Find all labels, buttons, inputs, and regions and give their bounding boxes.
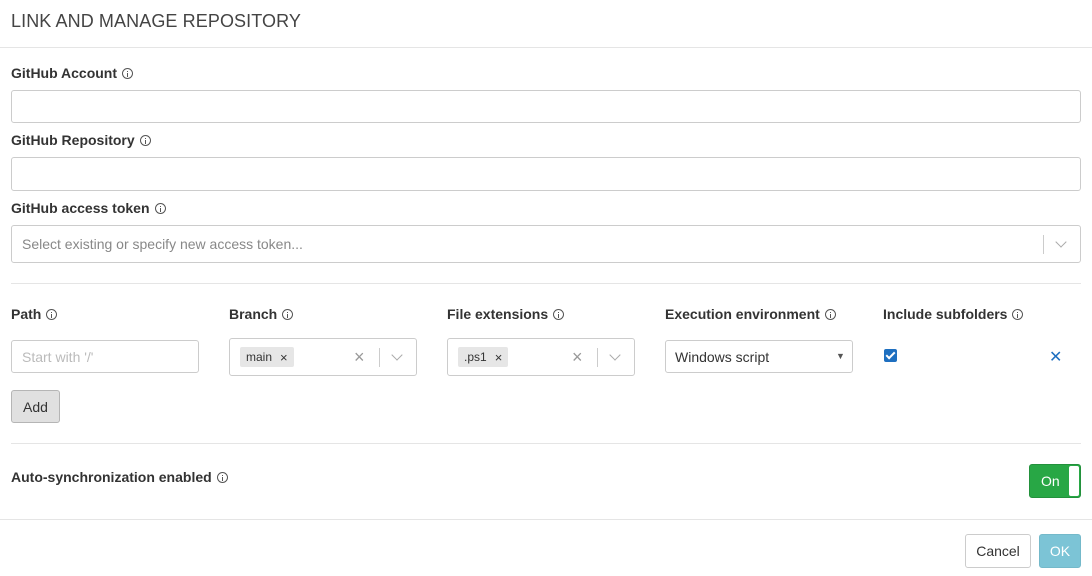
clear-icon[interactable]: × xyxy=(354,348,365,366)
toggle-handle[interactable] xyxy=(1069,466,1079,496)
path-placeholder: Start with '/' xyxy=(22,349,94,365)
select-separator xyxy=(597,348,598,367)
file-extensions-column-label: File extensions xyxy=(447,306,565,322)
caret-down-icon[interactable]: ▼ xyxy=(836,351,845,361)
github-account-label: GitHub Account xyxy=(11,65,134,81)
info-icon[interactable] xyxy=(216,471,228,483)
info-icon[interactable] xyxy=(824,308,836,320)
remove-row-icon[interactable]: ✕ xyxy=(1049,347,1062,367)
select-separator xyxy=(379,348,380,367)
github-account-input[interactable] xyxy=(11,90,1081,123)
dialog-header: LINK AND MANAGE REPOSITORY xyxy=(0,0,1092,48)
github-access-token-label: GitHub access token xyxy=(11,200,166,216)
execution-environment-value: Windows script xyxy=(675,349,770,365)
include-subfolders-checkbox[interactable] xyxy=(884,349,897,362)
info-icon[interactable] xyxy=(139,134,151,146)
chevron-down-icon[interactable] xyxy=(609,349,621,361)
cancel-button[interactable]: Cancel xyxy=(965,534,1031,568)
file-extensions-select[interactable]: .ps1 × × xyxy=(447,338,635,376)
access-token-placeholder: Select existing or specify new access to… xyxy=(22,236,303,252)
info-icon[interactable] xyxy=(553,308,565,320)
info-icon[interactable] xyxy=(122,67,134,79)
github-repository-input[interactable] xyxy=(11,157,1081,191)
clear-icon[interactable]: × xyxy=(572,348,583,366)
info-icon[interactable] xyxy=(46,308,58,320)
divider xyxy=(11,283,1081,284)
divider xyxy=(11,443,1081,444)
info-icon[interactable] xyxy=(282,308,294,320)
remove-tag-icon[interactable]: × xyxy=(280,350,288,365)
branch-column-label: Branch xyxy=(229,306,294,322)
info-icon[interactable] xyxy=(154,202,166,214)
toggle-label: On xyxy=(1041,473,1060,489)
path-input[interactable]: Start with '/' xyxy=(11,340,199,373)
auto-sync-label: Auto-synchronization enabled xyxy=(11,469,228,485)
path-column-label: Path xyxy=(11,306,58,322)
chevron-down-icon[interactable] xyxy=(1055,236,1067,248)
select-separator xyxy=(1043,235,1044,254)
github-repository-label: GitHub Repository xyxy=(11,132,151,148)
access-token-select[interactable]: Select existing or specify new access to… xyxy=(11,225,1081,263)
execution-environment-column-label: Execution environment xyxy=(665,306,836,322)
add-button[interactable]: Add xyxy=(11,390,60,423)
footer-divider xyxy=(0,519,1092,520)
dialog-title: LINK AND MANAGE REPOSITORY xyxy=(11,11,302,31)
remove-tag-icon[interactable]: × xyxy=(495,350,503,365)
extension-tag: .ps1 × xyxy=(458,347,509,367)
branch-tag: main × xyxy=(240,347,294,367)
branch-select[interactable]: main × × xyxy=(229,338,417,376)
chevron-down-icon[interactable] xyxy=(391,349,403,361)
auto-sync-toggle[interactable]: On xyxy=(1029,464,1081,498)
ok-button[interactable]: OK xyxy=(1039,534,1081,568)
include-subfolders-column-label: Include subfolders xyxy=(883,306,1024,322)
info-icon[interactable] xyxy=(1012,308,1024,320)
execution-environment-select[interactable]: Windows script ▼ xyxy=(665,340,853,373)
